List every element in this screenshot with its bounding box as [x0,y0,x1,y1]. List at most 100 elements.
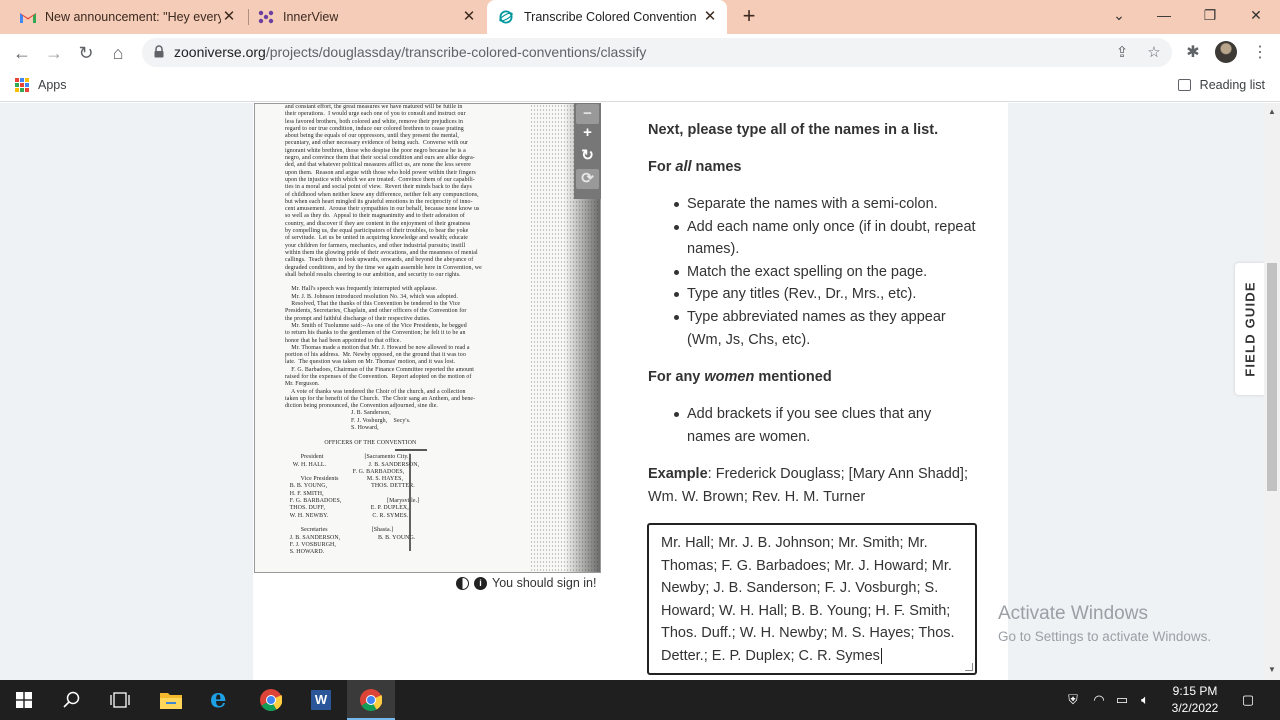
internet-explorer-icon[interactable]: e [197,680,245,720]
scrollbar-thumb[interactable] [1267,263,1277,491]
new-tab-icon[interactable]: + [737,5,761,29]
word-icon[interactable]: W [297,680,345,720]
tab-search-icon[interactable]: ⌄ [1096,0,1142,30]
resize-handle[interactable] [965,663,973,671]
text-cursor [880,647,882,664]
minimize-icon[interactable]: — [1141,0,1187,30]
officers-divider-lines [395,449,427,551]
battery-icon[interactable]: ▭ [1112,680,1132,720]
rule-item: Match the exact spelling on the page. [674,261,977,284]
reading-list-icon [1177,79,1191,91]
taskbar-clock[interactable]: 9:15 PM 3/2/2022 [1160,683,1230,717]
answer-value: Mr. Hall; Mr. J. B. Johnson; Mr. Smith; … [661,535,955,664]
innerview-icon [258,10,274,24]
bookmarks-bar: Apps Reading list [0,71,1280,102]
sign-in-text: You should sign in! [492,576,597,590]
example-label: Example [648,466,708,482]
menu-icon[interactable]: ⋮ [1247,40,1273,66]
address-bar[interactable]: zooniverse.org/projects/douglassday/tran… [142,38,1172,67]
tab-innerview[interactable]: InnerView ✕ [250,0,486,34]
sign-in-notice[interactable]: i You should sign in! [456,576,596,590]
zoom-in-icon[interactable]: + [576,123,599,143]
activate-windows-watermark: Activate Windows Go to Settings to activ… [998,603,1211,644]
url-domain: zooniverse.org [174,44,266,60]
chrome-logo-icon [360,689,382,711]
field-guide-label: FIELD GUIDE [1242,281,1257,377]
tab-title: New announcement: "Hey everyo [45,10,221,24]
contrast-icon[interactable] [456,576,469,590]
windows-logo-icon [16,692,32,708]
names-answer-textarea[interactable]: Mr. Hall; Mr. J. B. Johnson; Mr. Smith; … [647,523,977,675]
reading-list-button[interactable]: Reading list [1177,78,1265,92]
close-tab-icon[interactable]: ✕ [701,8,719,26]
page-scrollbar[interactable]: ▲ ▼ [1264,103,1280,680]
all-names-heading: For all names [648,156,742,179]
field-guide-tab[interactable]: FIELD GUIDE [1235,263,1264,395]
heading-text: mentioned [754,369,832,385]
heading-text: For any [648,369,705,385]
chrome-active-window[interactable] [347,680,395,720]
search-icon[interactable] [48,680,96,720]
volume-icon[interactable]: 🔈︎ [1135,680,1155,720]
security-shield-icon[interactable]: ⛨ [1062,680,1084,720]
tab-transcribe[interactable]: Transcribe Colored Conventions ✕ [487,0,727,34]
task-question: Next, please type all of the names in a … [648,122,939,138]
share-icon[interactable]: ⇪ [1111,42,1133,64]
clock-date: 3/2/2022 [1171,701,1219,715]
windows-taskbar: e W ⛨ ◠ ▭ 🔈︎ 9:15 PM 3/2/2022 ▢ [0,680,1280,720]
heading-emphasis: all [675,159,692,175]
reset-icon[interactable]: ⟳ [576,169,599,189]
task-view-glyph [110,692,130,708]
women-heading: For any women mentioned [648,366,832,389]
task-view-icon[interactable] [96,680,144,720]
file-explorer-icon[interactable] [147,680,195,720]
rotate-icon[interactable]: ↻ [576,146,599,166]
close-window-icon[interactable]: ✕ [1233,0,1279,30]
url-path: /projects/douglassday/transcribe-colored… [265,44,647,60]
reading-list-label: Reading list [1199,78,1265,92]
rule-item: Add each name only once (if in doubt, re… [674,216,977,261]
word-logo-icon: W [311,690,331,710]
apps-label: Apps [38,78,67,92]
back-icon[interactable]: ← [9,40,35,66]
extensions-icon[interactable]: ✱ [1180,40,1206,66]
browser-toolbar: ← → ↻ ⌂ zooniverse.org/projects/douglass… [0,34,1280,71]
close-tab-icon[interactable]: ✕ [460,8,478,26]
chrome-taskbar-icon[interactable] [247,680,295,720]
all-names-rules: Separate the names with a semi-colon. Ad… [674,193,977,351]
rule-item: Type abbreviated names as they appear (W… [674,306,977,351]
tab-divider [248,9,249,25]
close-tab-icon[interactable]: ✕ [220,8,238,26]
rule-item: Add brackets if you see clues that any n… [674,403,977,448]
clock-time: 9:15 PM [1172,684,1218,698]
forward-icon[interactable]: → [41,40,67,66]
heading-text: names [691,159,742,175]
apps-grid-icon [15,78,29,92]
subject-image[interactable]: and constant effort, the great measures … [254,103,601,573]
url-text: zooniverse.org/projects/douglassday/tran… [174,44,646,60]
scroll-up-icon[interactable]: ▲ [1267,107,1277,116]
zooniverse-icon [499,10,513,24]
start-button[interactable] [0,680,48,720]
tab-title: InnerView [283,10,339,24]
zoom-out-icon[interactable]: − [576,104,599,124]
tab-gmail[interactable]: New announcement: "Hey everyo ✕ [10,0,246,34]
tab-strip: New announcement: "Hey everyo ✕ InnerVie… [0,0,1280,34]
chrome-logo-icon [260,689,282,711]
heading-text: For [648,159,676,175]
profile-avatar[interactable] [1215,41,1237,63]
watermark-title: Activate Windows [998,603,1148,624]
restore-icon[interactable]: ❐ [1187,0,1233,30]
info-icon[interactable]: i [474,576,487,590]
apps-shortcut[interactable]: Apps [15,78,67,92]
ie-logo-icon: e [210,684,227,714]
magnifier-icon [63,691,80,708]
reload-icon[interactable]: ↻ [73,40,99,66]
home-icon[interactable]: ⌂ [105,40,131,66]
notifications-icon[interactable]: ▢ [1236,680,1260,720]
watermark-subtitle: Go to Settings to activate Windows. [998,629,1212,644]
bookmark-star-icon[interactable]: ☆ [1143,42,1165,64]
scroll-down-icon[interactable]: ▼ [1267,665,1277,674]
rule-item: Type any titles (Rev., Dr., Mrs., etc). [674,283,977,306]
wifi-icon[interactable]: ◠ [1088,680,1110,720]
